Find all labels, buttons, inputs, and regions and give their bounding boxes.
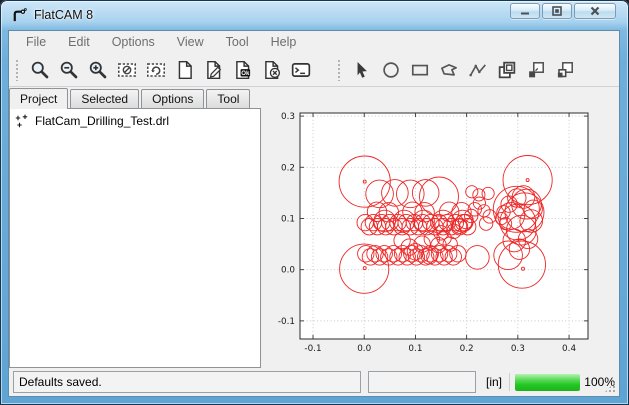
plot-panel: -0.1 0.0 0.1 0.2 0.3 0.4 -0.1 0.0 0.1 0.2 0.3 — [265, 87, 619, 368]
close-button[interactable] — [574, 3, 616, 19]
accept-changes-icon — [233, 60, 253, 80]
plot-canvas[interactable]: -0.1 0.0 0.1 0.2 0.3 0.4 -0.1 0.0 0.1 0.2 0.3 — [265, 87, 619, 368]
cancel-changes-button[interactable] — [260, 58, 283, 81]
move-object-icon — [526, 60, 546, 80]
draw-polygon-button[interactable] — [437, 58, 460, 81]
titlebar[interactable]: FlatCAM 8 — [0, 0, 629, 30]
duplicate-object-button[interactable] — [553, 58, 576, 81]
y-tick-label: -0.1 — [278, 317, 295, 327]
draw-polyline-icon — [468, 60, 488, 80]
drill-marks-icon — [15, 114, 29, 128]
client-area: FileEditOptionsViewToolHelp ProjectSelec… — [8, 30, 620, 397]
menu-item-options[interactable]: Options — [101, 33, 166, 51]
progress-bar — [515, 374, 580, 391]
draw-circle-icon — [381, 60, 401, 80]
tab-bar: ProjectSelectedOptionsTool — [9, 87, 261, 108]
close-icon — [588, 5, 602, 17]
draw-rectangle-icon — [410, 60, 430, 80]
toolbar-drag-handle[interactable] — [337, 59, 342, 81]
y-tick-label: 0.0 — [281, 266, 295, 276]
y-tick-label: 0.2 — [281, 163, 295, 173]
window-controls — [510, 3, 616, 19]
maximize-button[interactable] — [542, 3, 572, 19]
x-tick-label: 0.4 — [562, 344, 576, 354]
y-tick-label: 0.3 — [281, 112, 295, 122]
copy-object-icon — [497, 60, 517, 80]
toolbar-group-draw-tools — [335, 58, 579, 81]
flatcam-logo-icon — [11, 7, 28, 24]
edit-file-button[interactable] — [202, 58, 225, 81]
maximize-icon — [550, 5, 564, 17]
minimize-icon — [518, 5, 532, 17]
status-message: Defaults saved. — [19, 375, 102, 389]
toolbar-drag-handle[interactable] — [15, 59, 20, 81]
zoom-in-button[interactable] — [86, 58, 109, 81]
new-file-button[interactable] — [173, 58, 196, 81]
y-tick-label: 0.1 — [281, 214, 295, 224]
statusbar: Defaults saved. [in] 100% — [9, 368, 619, 396]
replot-button[interactable] — [144, 58, 167, 81]
minimize-button[interactable] — [510, 3, 540, 19]
zoom-out-icon — [59, 60, 79, 80]
draw-circle-button[interactable] — [379, 58, 402, 81]
edit-file-icon — [204, 60, 224, 80]
replot-icon — [146, 60, 166, 80]
move-object-button[interactable] — [524, 58, 547, 81]
draw-polygon-icon — [439, 60, 459, 80]
zoom-fit-icon — [30, 60, 50, 80]
zoom-fit-button[interactable] — [28, 58, 51, 81]
progress-fill — [515, 374, 580, 391]
tab-project[interactable]: Project — [9, 88, 68, 109]
menu-item-file[interactable]: File — [15, 33, 57, 51]
menu-item-help[interactable]: Help — [260, 33, 308, 51]
menu-item-view[interactable]: View — [166, 33, 215, 51]
shell-button[interactable] — [289, 58, 312, 81]
accept-changes-button[interactable] — [231, 58, 254, 81]
draw-polyline-button[interactable] — [466, 58, 489, 81]
shell-icon — [291, 60, 311, 80]
draw-rectangle-button[interactable] — [408, 58, 431, 81]
left-panel: ProjectSelectedOptionsTool FlatCam_Drill… — [9, 87, 261, 368]
status-message-field: Defaults saved. — [13, 371, 361, 393]
status-divider — [509, 373, 510, 391]
project-tree[interactable]: FlatCam_Drilling_Test.drl — [9, 108, 261, 368]
cancel-changes-icon — [262, 60, 282, 80]
x-tick-label: -0.1 — [304, 344, 321, 354]
tab-options[interactable]: Options — [141, 89, 204, 108]
tree-item-label: FlatCam_Drilling_Test.drl — [35, 114, 169, 128]
window-title: FlatCAM 8 — [34, 8, 93, 22]
main-area: ProjectSelectedOptionsTool FlatCam_Drill… — [9, 87, 619, 368]
copy-object-button[interactable] — [495, 58, 518, 81]
x-tick-label: 0.2 — [460, 344, 474, 354]
clear-plot-button[interactable] — [115, 58, 138, 81]
tree-item[interactable]: FlatCam_Drilling_Test.drl — [10, 109, 260, 128]
menu-item-edit[interactable]: Edit — [57, 33, 101, 51]
toolbar-group-file-view-tools — [13, 58, 315, 81]
x-tick-label: 0.0 — [357, 344, 371, 354]
menubar: FileEditOptionsViewToolHelp — [9, 31, 619, 53]
zoom-out-button[interactable] — [57, 58, 80, 81]
x-tick-label: 0.3 — [511, 344, 525, 354]
toolbar — [9, 53, 619, 87]
menu-item-tool[interactable]: Tool — [215, 33, 260, 51]
app-window: FlatCAM 8 FileEditOptionsViewToolHelp Pr… — [0, 0, 629, 405]
status-aux-field — [368, 371, 476, 393]
tab-selected[interactable]: Selected — [70, 89, 139, 108]
new-file-icon — [175, 60, 195, 80]
tab-tool[interactable]: Tool — [206, 89, 250, 108]
zoom-in-icon — [88, 60, 108, 80]
duplicate-object-icon — [555, 60, 575, 80]
clear-plot-icon — [117, 60, 137, 80]
units-label: [in] — [486, 375, 502, 389]
pointer-button[interactable] — [350, 58, 373, 81]
x-tick-label: 0.1 — [408, 344, 422, 354]
pointer-icon — [352, 60, 372, 80]
